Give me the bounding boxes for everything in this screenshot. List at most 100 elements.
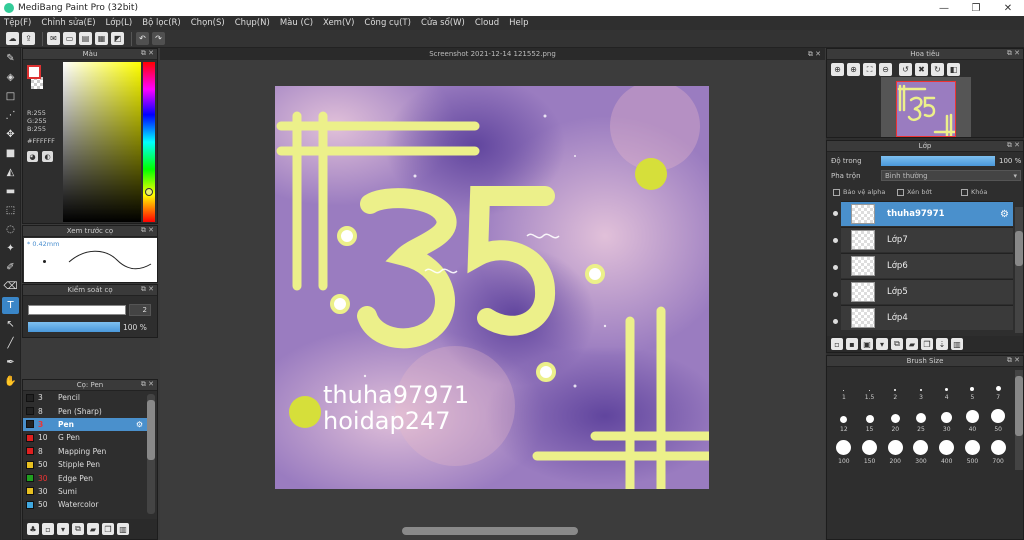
rect-tool-icon[interactable]: □ bbox=[2, 88, 19, 105]
new-brush-icon[interactable]: ▫ bbox=[42, 523, 54, 535]
merge-layer-icon[interactable]: ⇣ bbox=[936, 338, 948, 350]
menu-color[interactable]: Màu (C) bbox=[280, 18, 313, 28]
brush-item[interactable]: 30 Sumi bbox=[23, 485, 147, 498]
brush-size-cell[interactable]: 2 bbox=[882, 372, 908, 402]
copy-brush-icon[interactable]: ⧉ bbox=[72, 523, 84, 535]
brush-item[interactable]: 3 Pencil bbox=[23, 391, 147, 404]
brush-size-cell[interactable]: 7 bbox=[985, 372, 1011, 402]
brush-size-cell[interactable]: 3 bbox=[908, 372, 934, 402]
select-eraser-tool-icon[interactable]: ⌫ bbox=[2, 278, 19, 295]
brush-item[interactable]: 30 Edge Pen bbox=[23, 471, 147, 484]
zoom-out-icon[interactable]: ⊖ bbox=[879, 63, 892, 76]
brush-size-cell[interactable]: 400 bbox=[934, 436, 960, 466]
brush-size-cell[interactable]: 200 bbox=[882, 436, 908, 466]
eye-icon[interactable] bbox=[833, 292, 838, 297]
eraser-tool-icon[interactable]: ◈ bbox=[2, 69, 19, 86]
reset-rotation-icon[interactable]: ✖ bbox=[915, 63, 928, 76]
menu-select[interactable]: Chọn(S) bbox=[191, 18, 225, 28]
layer-row[interactable]: Lớp5 bbox=[841, 279, 1013, 304]
chat-icon[interactable]: ▭ bbox=[63, 32, 76, 45]
cloud-icon[interactable]: ☁ bbox=[6, 32, 19, 45]
undo-icon[interactable]: ↶ bbox=[136, 32, 149, 45]
rotate-right-icon[interactable]: ↻ bbox=[931, 63, 944, 76]
layer-row-selected[interactable]: thuha97971 ⚙ bbox=[841, 201, 1013, 226]
brush-size-cell[interactable]: 50 bbox=[985, 404, 1011, 434]
new-layer-icon[interactable]: ▫ bbox=[831, 338, 843, 350]
menu-tools[interactable]: Công cụ(T) bbox=[364, 18, 411, 28]
panel-menu-icon[interactable]: ⧉ ✕ bbox=[141, 380, 154, 389]
brush-size-cell[interactable]: 1.5 bbox=[857, 372, 883, 402]
menu-layer[interactable]: Lớp(L) bbox=[106, 18, 133, 28]
panel-menu-icon[interactable]: ⧉ ✕ bbox=[1007, 49, 1020, 58]
menu-snap[interactable]: Chụp(N) bbox=[235, 18, 270, 28]
layer-opacity-slider[interactable] bbox=[881, 156, 995, 166]
move-tool-icon[interactable]: ✥ bbox=[2, 126, 19, 143]
eye-icon[interactable] bbox=[833, 319, 838, 324]
add-brush-icon[interactable]: ♣ bbox=[27, 523, 39, 535]
menu-window[interactable]: Cửa sổ(W) bbox=[421, 18, 465, 28]
brush-opacity-slider[interactable] bbox=[28, 322, 120, 332]
color-mode-icon[interactable]: ◐ bbox=[42, 151, 53, 162]
trash-icon[interactable]: ▥ bbox=[951, 338, 963, 350]
brush-size-cell[interactable]: 100 bbox=[831, 436, 857, 466]
panel-menu-icon[interactable]: ⧉ ✕ bbox=[141, 285, 154, 294]
comment-icon[interactable]: ✉ bbox=[47, 32, 60, 45]
bucket-tool-icon[interactable]: ◭ bbox=[2, 164, 19, 181]
panel-menu-icon[interactable]: ⧉ ✕ bbox=[141, 49, 154, 58]
saturation-value-picker[interactable] bbox=[63, 62, 141, 222]
menu-cloud[interactable]: Cloud bbox=[475, 18, 499, 28]
new-layer-8bit-icon[interactable]: ▪ bbox=[846, 338, 858, 350]
hue-handle[interactable] bbox=[145, 188, 153, 196]
text-tool-icon[interactable]: T bbox=[2, 297, 19, 314]
brush-size-value[interactable]: 2 bbox=[129, 304, 151, 316]
new-layer-1bit-icon[interactable]: ▣ bbox=[861, 338, 873, 350]
folder-icon[interactable]: ▰ bbox=[87, 523, 99, 535]
brush-item[interactable]: 8 Pen (Sharp) bbox=[23, 404, 147, 417]
fill-rect-tool-icon[interactable]: ■ bbox=[2, 145, 19, 162]
eye-icon[interactable] bbox=[833, 265, 838, 270]
clip-checkbox[interactable]: Xén bớt bbox=[897, 188, 932, 196]
brush-size-cell[interactable]: 700 bbox=[985, 436, 1011, 466]
brush-size-cell[interactable]: 500 bbox=[960, 436, 986, 466]
select-tool-icon[interactable]: ⬚ bbox=[2, 202, 19, 219]
layer-row[interactable]: Lớp7 bbox=[841, 227, 1013, 252]
brush-size-cell[interactable]: 1 bbox=[831, 372, 857, 402]
layer-row[interactable]: Lớp4 bbox=[841, 305, 1013, 330]
share-icon[interactable]: ⇪ bbox=[22, 32, 35, 45]
grid-icon[interactable]: ▦ bbox=[95, 32, 108, 45]
dot-tool-icon[interactable]: ⋰ bbox=[2, 107, 19, 124]
foreground-color-swatch[interactable] bbox=[27, 65, 41, 79]
fit-icon[interactable]: ⛶ bbox=[863, 63, 876, 76]
brush-list-scrollbar[interactable] bbox=[147, 394, 155, 514]
brush-size-cell[interactable]: 5 bbox=[960, 372, 986, 402]
menu-edit[interactable]: Chỉnh sửa(E) bbox=[41, 18, 95, 28]
minimize-icon[interactable]: — bbox=[928, 3, 960, 14]
gradient-tool-icon[interactable]: ▬ bbox=[2, 183, 19, 200]
hue-slider[interactable] bbox=[143, 62, 155, 222]
hand-tool-icon[interactable]: ✋ bbox=[2, 373, 19, 390]
divide-tool-icon[interactable]: ╱ bbox=[2, 335, 19, 352]
operation-tool-icon[interactable]: ↖ bbox=[2, 316, 19, 333]
eye-icon[interactable] bbox=[833, 211, 838, 216]
redo-icon[interactable]: ↷ bbox=[152, 32, 165, 45]
close-icon[interactable]: ✕ bbox=[992, 3, 1024, 14]
flip-icon[interactable]: ◧ bbox=[947, 63, 960, 76]
blend-mode-select[interactable]: Bình thường ▾ bbox=[881, 170, 1021, 181]
brush-size-cell[interactable]: 300 bbox=[908, 436, 934, 466]
brush-size-cell[interactable]: 30 bbox=[934, 404, 960, 434]
document-tab[interactable]: Screenshot 2021-12-14 121552.png ⧉ ✕ bbox=[160, 48, 825, 60]
trash-icon[interactable]: ▥ bbox=[117, 523, 129, 535]
brush-item[interactable]: 50 Watercolor bbox=[23, 498, 147, 511]
duplicate-layer-icon[interactable]: ❐ bbox=[921, 338, 933, 350]
lasso-tool-icon[interactable]: ◌ bbox=[2, 221, 19, 238]
menu-file[interactable]: Tệp(F) bbox=[4, 18, 31, 28]
zoom-icon[interactable]: ⊕ bbox=[831, 63, 844, 76]
layers-scrollbar[interactable] bbox=[1015, 207, 1023, 333]
folder-icon[interactable]: ▰ bbox=[906, 338, 918, 350]
menu-help[interactable]: Help bbox=[509, 18, 528, 28]
page-icon[interactable]: ▤ bbox=[79, 32, 92, 45]
brush-size-cell[interactable]: 15 bbox=[857, 404, 883, 434]
brush-size-cell[interactable]: 4 bbox=[934, 372, 960, 402]
menu-filter[interactable]: Bộ lọc(R) bbox=[142, 18, 181, 28]
brush-item[interactable]: 50 Stipple Pen bbox=[23, 458, 147, 471]
